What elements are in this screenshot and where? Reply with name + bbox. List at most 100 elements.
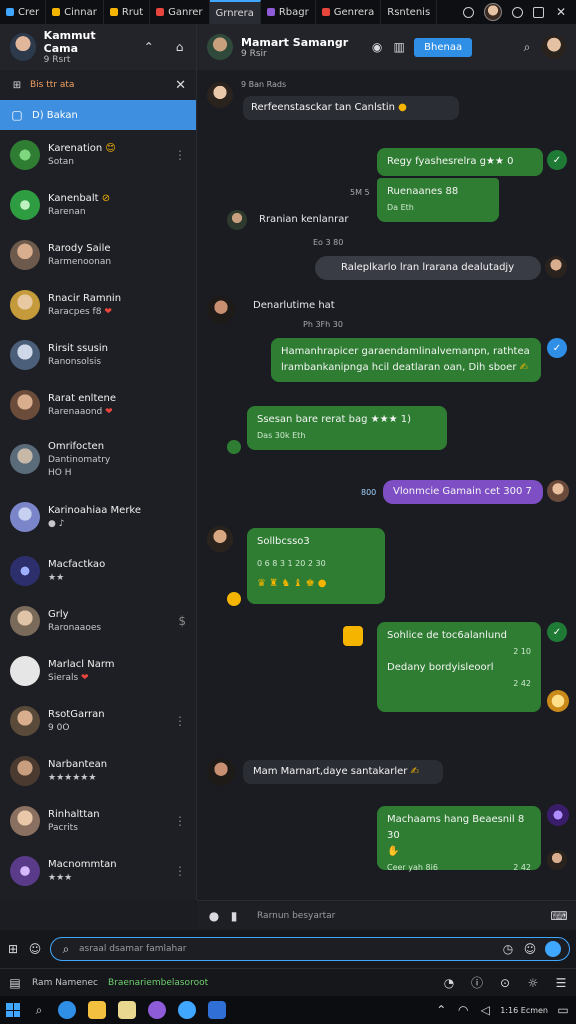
window-icon[interactable] — [533, 6, 544, 18]
list-item[interactable]: Rarat enltene Rarenaaond ❤ — [0, 380, 196, 430]
edge-browser-icon[interactable] — [58, 1001, 76, 1019]
sun-icon[interactable]: ☼ — [526, 976, 540, 990]
message-time: 2 10 — [513, 647, 531, 656]
avatar[interactable] — [207, 34, 233, 60]
list-item[interactable]: Rirsit ssusin Ranonsolsis — [0, 330, 196, 380]
tab-strip-actions: ✕ — [463, 3, 576, 21]
messenger-icon[interactable] — [178, 1001, 196, 1019]
search-icon: ⌕ — [62, 941, 70, 956]
list-item[interactable]: Rinhalttan Pacrits ⋮ — [0, 796, 196, 846]
timer-icon[interactable]: ◷ — [501, 942, 515, 956]
chat-preview: ★★★★★★ — [48, 773, 97, 783]
tab-6[interactable]: Genrera — [316, 0, 382, 24]
close-icon[interactable]: ✕ — [554, 5, 568, 19]
list-item[interactable]: Kanenbalt ⊘ Rarenan — [0, 180, 196, 230]
system-clock[interactable]: 1:16 Ecmen — [500, 1006, 548, 1015]
message-text: Raleplkarlo lran lrarana dealutadjy — [341, 262, 515, 273]
avatar[interactable] — [542, 35, 566, 59]
apps-icon[interactable]: ⊞ — [6, 942, 20, 956]
send-icon[interactable] — [545, 941, 561, 957]
read-check-icon: ✓ — [547, 150, 567, 170]
message-bubble[interactable]: Hamanhrapicer garaendamlinalvemanpn, rat… — [271, 338, 541, 382]
list-item[interactable]: Narbantean ★★★★★★ — [0, 746, 196, 796]
more-vertical-icon[interactable]: ⋮ — [174, 148, 186, 162]
search-icon[interactable]: ⌕ — [32, 1003, 46, 1017]
more-vertical-icon[interactable]: ⋮ — [174, 864, 186, 878]
tab-3[interactable]: Ganrer — [150, 0, 210, 24]
notes-icon[interactable] — [118, 1001, 136, 1019]
filter-icon[interactable]: ⊞ — [10, 78, 24, 92]
emoji-icon[interactable]: ☺ — [28, 942, 42, 956]
chevron-up-icon[interactable]: ⌃ — [434, 1003, 448, 1017]
tab-label: Genrera — [333, 6, 375, 18]
list-icon[interactable]: ☰ — [554, 976, 568, 990]
tab-2[interactable]: Rrut — [104, 0, 151, 24]
list-item[interactable]: Karinoahiaa Merke ● ♪ — [0, 488, 196, 546]
tab-4-active[interactable]: Grnrera — [209, 0, 261, 24]
more-vertical-icon[interactable]: ⋮ — [174, 714, 186, 728]
tab-0[interactable]: Crer — [0, 0, 47, 24]
smiley-icon[interactable]: ☺ — [523, 942, 537, 956]
tab-favicon-icon — [156, 8, 165, 16]
info-icon[interactable]: ⓘ — [470, 976, 484, 990]
tab-1[interactable]: Cinnar — [46, 0, 104, 24]
message-bubble[interactable]: Ssesan bare rerat bag ★★★ 1) Das 30k Eth — [247, 406, 447, 450]
profile-avatar[interactable] — [484, 3, 502, 21]
chat-name: Karenation — [48, 143, 103, 154]
layout-icon[interactable]: ▥ — [392, 40, 406, 54]
attachment-icon[interactable] — [343, 626, 363, 646]
list-item[interactable]: Rarody Saile Rarmenoonan — [0, 230, 196, 280]
emoji-reaction-icon[interactable] — [547, 690, 569, 712]
avatar — [227, 440, 241, 454]
list-item[interactable]: Grly Raronaaoes $ — [0, 596, 196, 646]
message-bubble[interactable]: Sohlice de toc6alanlund 2 10 Dedany bord… — [377, 622, 541, 712]
notifications-icon[interactable]: ▭ — [556, 1003, 570, 1017]
list-item[interactable]: Rnacir Ramnin Raracpes f8 ❤ — [0, 280, 196, 330]
message-bubble[interactable]: Regy fyashesrelra g★★ 0 — [377, 148, 543, 176]
sidebar-filter-row[interactable]: ⊞ Bis ttr ata ✕ — [0, 70, 196, 100]
tab-7[interactable]: Rsntenis — [381, 0, 438, 24]
message-bubble[interactable]: Machaams hang Beaesnil 8 30 ✋ Ceer yah 8… — [377, 806, 541, 872]
search-icon[interactable]: ⌕ — [520, 40, 534, 54]
chevron-up-icon[interactable]: ⌃ — [142, 40, 155, 54]
menu-icon[interactable]: ▤ — [8, 976, 22, 990]
tab-5[interactable]: Rbagr — [261, 0, 316, 24]
message-input[interactable]: ⌕ asraal dsamar famlahar ◷ ☺ — [50, 937, 570, 961]
message-meta: 9 Ban Rads — [241, 80, 287, 89]
composer: ⊞ ☺ ⌕ asraal dsamar famlahar ◷ ☺ — [0, 930, 576, 968]
new-chat-icon[interactable]: ⌂ — [173, 40, 186, 54]
message-bubble[interactable]: Mam Marnart,daye santakarler ✍ — [243, 760, 443, 784]
chat-app-icon[interactable] — [148, 1001, 166, 1019]
sidebar-item-selected[interactable]: ▢ D) Bakan — [0, 100, 196, 130]
list-item[interactable]: Karenation 😊 Sotan ⋮ — [0, 130, 196, 180]
store-icon[interactable] — [208, 1001, 226, 1019]
list-item[interactable]: Marlacl Narm Sierals ❤ — [0, 646, 196, 696]
tab-favicon-icon — [52, 8, 61, 16]
contact-status: 9 Rsir — [241, 48, 267, 59]
more-vertical-icon[interactable]: ⋮ — [174, 814, 186, 828]
list-item[interactable]: Macfactkao ★★ — [0, 546, 196, 596]
file-explorer-icon[interactable] — [88, 1001, 106, 1019]
volume-icon[interactable]: ◁ — [478, 1003, 492, 1017]
list-item[interactable]: Macnommtan ★★★ ⋮ — [0, 846, 196, 896]
camera-icon[interactable]: ⊙ — [498, 976, 512, 990]
message-bubble[interactable]: Raleplkarlo lran lrarana dealutadjy — [315, 256, 541, 280]
message-bubble[interactable]: Vlonmcie Gamain cet 300 7 — [383, 480, 543, 504]
avatar[interactable] — [10, 33, 36, 61]
close-icon[interactable]: ✕ — [175, 78, 186, 93]
video-call-icon[interactable]: ◉ — [370, 40, 384, 54]
read-check-icon: ✓ — [547, 622, 567, 642]
message-bubble[interactable]: Rerfeenstasckar tan Canlstin ● — [243, 96, 459, 120]
clock-icon[interactable]: ◔ — [442, 976, 456, 990]
header-action-button[interactable]: Bhenaa — [414, 37, 473, 57]
message-bubble[interactable]: Sollbcsso3 0 6 8 3 1 20 2 30 ♛ ♜ ♞ ♝ ♚ ● — [247, 528, 385, 604]
list-item[interactable]: Omrifocten Dantinomatry HO H — [0, 430, 196, 488]
list-item[interactable]: RsotGarran 9 0O ⋮ — [0, 696, 196, 746]
start-menu-icon[interactable] — [6, 1003, 20, 1017]
settings-icon[interactable] — [463, 6, 474, 18]
history-icon[interactable] — [512, 6, 523, 18]
avatar — [10, 656, 40, 686]
wifi-icon[interactable]: ◠ — [456, 1003, 470, 1017]
keyboard-icon[interactable]: ⌨ — [550, 909, 567, 923]
message-bubble[interactable]: Ruenaanes 88 Da Eth — [377, 178, 499, 222]
